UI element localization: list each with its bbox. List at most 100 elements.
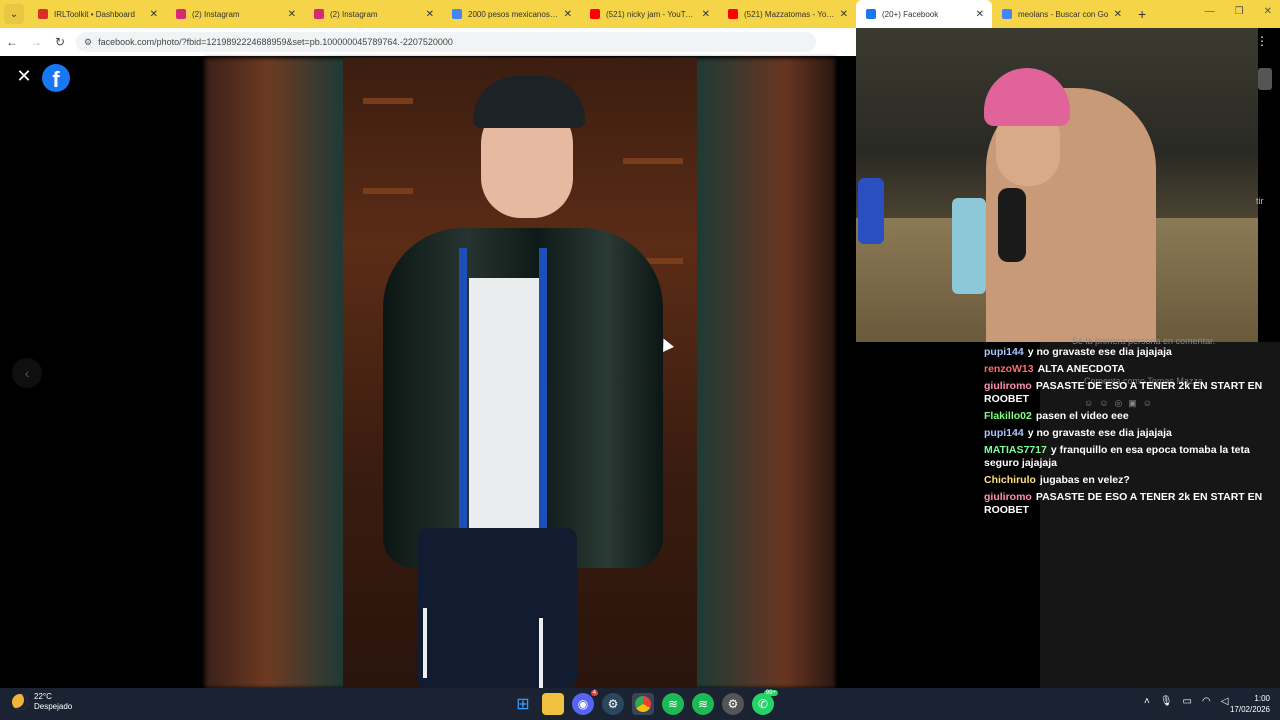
tab[interactable]: (521) nicky jam - YouTube ✕ [580,0,718,28]
jacket-trim [459,248,467,568]
chat-username[interactable]: Chichirulo [984,474,1036,486]
tab-favicon-icon [314,9,324,19]
reload-button[interactable]: ↻ [48,35,72,49]
minimize-icon[interactable]: — [1205,6,1215,17]
person-shirt [469,278,541,528]
address-bar[interactable]: ⚙ facebook.com/photo/?fbid=1219892224688… [76,32,816,52]
url-text: facebook.com/photo/?fbid=121989222468895… [98,37,453,47]
steam-icon[interactable]: ⚙ [602,693,624,715]
facebook-logo-icon[interactable]: f [42,64,70,92]
clock-date: 17/02/2026 [1229,705,1270,714]
previous-photo-button[interactable]: ‹ [12,358,42,388]
browser-toolbar: ← → ↻ ⚙ facebook.com/photo/?fbid=1219892… [0,28,856,56]
tab-close-icon[interactable]: ✕ [702,9,710,20]
close-icon[interactable]: ✕ [14,66,34,86]
tab-favicon-icon [176,9,186,19]
tab-favicon-icon [866,9,876,19]
webcam-bottle [858,178,884,244]
chat-message: pupi144 y no gravaste ese dia jajajaja [984,427,1264,440]
weather-widget[interactable]: 22°C Despejado [12,692,72,712]
jacket-trim [539,248,547,568]
tab-favicon-icon [38,9,48,19]
display-icon[interactable]: ▭ [1183,696,1192,707]
tab-title: 2000 pesos mexicanos a a [468,9,560,19]
tab-title: IRLToolkit • Dashboard [54,9,135,19]
person-pants [417,528,577,688]
tab-title: (2) Instagram [330,9,378,19]
site-info-icon[interactable]: ⚙ [84,37,92,48]
chat-message: Chichirulo jugabas en velez? [984,474,1264,487]
chat-username[interactable]: Flakillo02 [984,410,1032,422]
forward-button[interactable]: → [24,35,48,49]
moon-icon [12,694,28,710]
tab-title: (2) Instagram [192,9,240,19]
chat-message: pupi144 y no gravaste ese dia jajajaja [984,346,1264,359]
chat-username[interactable]: renzoW13 [984,363,1034,375]
tab[interactable]: meolans - Buscar con Go ✕ [992,0,1130,28]
photo-image [343,58,697,688]
tab-close-icon[interactable]: ✕ [426,9,434,20]
chat-username[interactable]: giuliromo [984,380,1032,392]
tab-favicon-icon [728,9,738,19]
microphone-icon[interactable]: 🎙 [1160,696,1173,707]
webcam-streamer-hair [984,68,1070,126]
chat-username[interactable]: giuliromo [984,491,1032,503]
tab[interactable]: (2) Instagram ✕ [304,0,442,28]
chat-text: y no gravaste ese dia jajajaja [1027,346,1172,358]
whatsapp-icon[interactable]: ✆ 99+ [752,690,778,715]
chrome-icon[interactable] [632,693,654,715]
file-explorer-icon[interactable] [542,693,564,715]
tab-close-icon[interactable]: ✕ [1114,9,1122,20]
start-icon[interactable]: ⊞ [512,693,534,715]
edge-text: tir [1256,196,1264,206]
tab-close-icon[interactable]: ✕ [976,9,984,20]
tab[interactable]: (20+) Facebook ✕ [856,0,992,28]
streamer-webcam [856,28,1258,342]
chat-text: jugabas en velez? [1039,474,1130,486]
chat-message: MATIAS7717 y franquillo en esa epoca toma… [984,444,1264,470]
tab-close-icon[interactable]: ✕ [150,9,158,20]
tab[interactable]: (2) Instagram ✕ [166,0,304,28]
tab-list: IRLToolkit • Dashboard ✕ (2) Instagram ✕ (2)… [28,0,1130,28]
tab-favicon-icon [1002,9,1012,19]
tab-search-button[interactable]: ⌄ [4,4,24,24]
clock[interactable]: 1:00 17/02/2026 [1226,693,1270,715]
app-icon[interactable]: ⚙ [722,693,744,715]
tab[interactable]: (521) Mazzatomas - YouTu ✕ [718,0,856,28]
tab-favicon-icon [590,9,600,19]
new-tab-button[interactable]: + [1138,6,1146,22]
tab[interactable]: IRLToolkit • Dashboard ✕ [28,0,166,28]
taskbar-apps: ⊞ ◉ 4 ⚙ ≋ ≋ ⚙ ✆ 99+ [512,690,778,715]
whatsapp-badge: 99+ [763,690,778,696]
discord-badge: 4 [590,690,598,696]
chat-text: ALTA ANECDOTA [1037,363,1125,375]
chevron-up-icon[interactable]: ˄ [1144,696,1150,707]
chat-message: renzoW13 ALTA ANECDOTA [984,363,1264,376]
person-cap [473,76,585,128]
chat-username[interactable]: MATIAS7717 [984,444,1047,456]
maximize-icon[interactable]: ❐ [1235,6,1244,17]
wifi-icon[interactable]: ◠ [1202,696,1211,707]
shelf [363,98,413,104]
chat-message: giuliromo PASASTE DE ESO A TENER 2k EN ST… [984,491,1264,517]
pants-stripe [423,608,427,678]
tab-close-icon[interactable]: ✕ [564,9,572,20]
spotify-icon-2[interactable]: ≋ [692,693,714,715]
back-button[interactable]: ← [0,35,24,49]
tab-close-icon[interactable]: ✕ [288,9,296,20]
spotify-icon[interactable]: ≋ [662,693,684,715]
chat-message: giuliromo PASASTE DE ESO A TENER 2k EN ST… [984,380,1264,406]
discord-icon[interactable]: ◉ 4 [572,690,598,715]
edge-avatar [1258,68,1272,90]
tab-close-icon[interactable]: ✕ [840,9,848,20]
chat-text: y no gravaste ese dia jajajaja [1027,427,1172,439]
close-window-icon[interactable]: ✕ [1264,6,1272,17]
comment-prompt-text: Sé la primera persona en comentar. [1072,336,1216,346]
chat-username[interactable]: pupi144 [984,427,1024,439]
tab[interactable]: 2000 pesos mexicanos a a ✕ [442,0,580,28]
chat-username[interactable]: pupi144 [984,346,1024,358]
webcam-microphone [998,188,1026,262]
tab-title: (20+) Facebook [882,9,939,19]
tab-favicon-icon [452,9,462,19]
webcam-cup [952,198,986,294]
